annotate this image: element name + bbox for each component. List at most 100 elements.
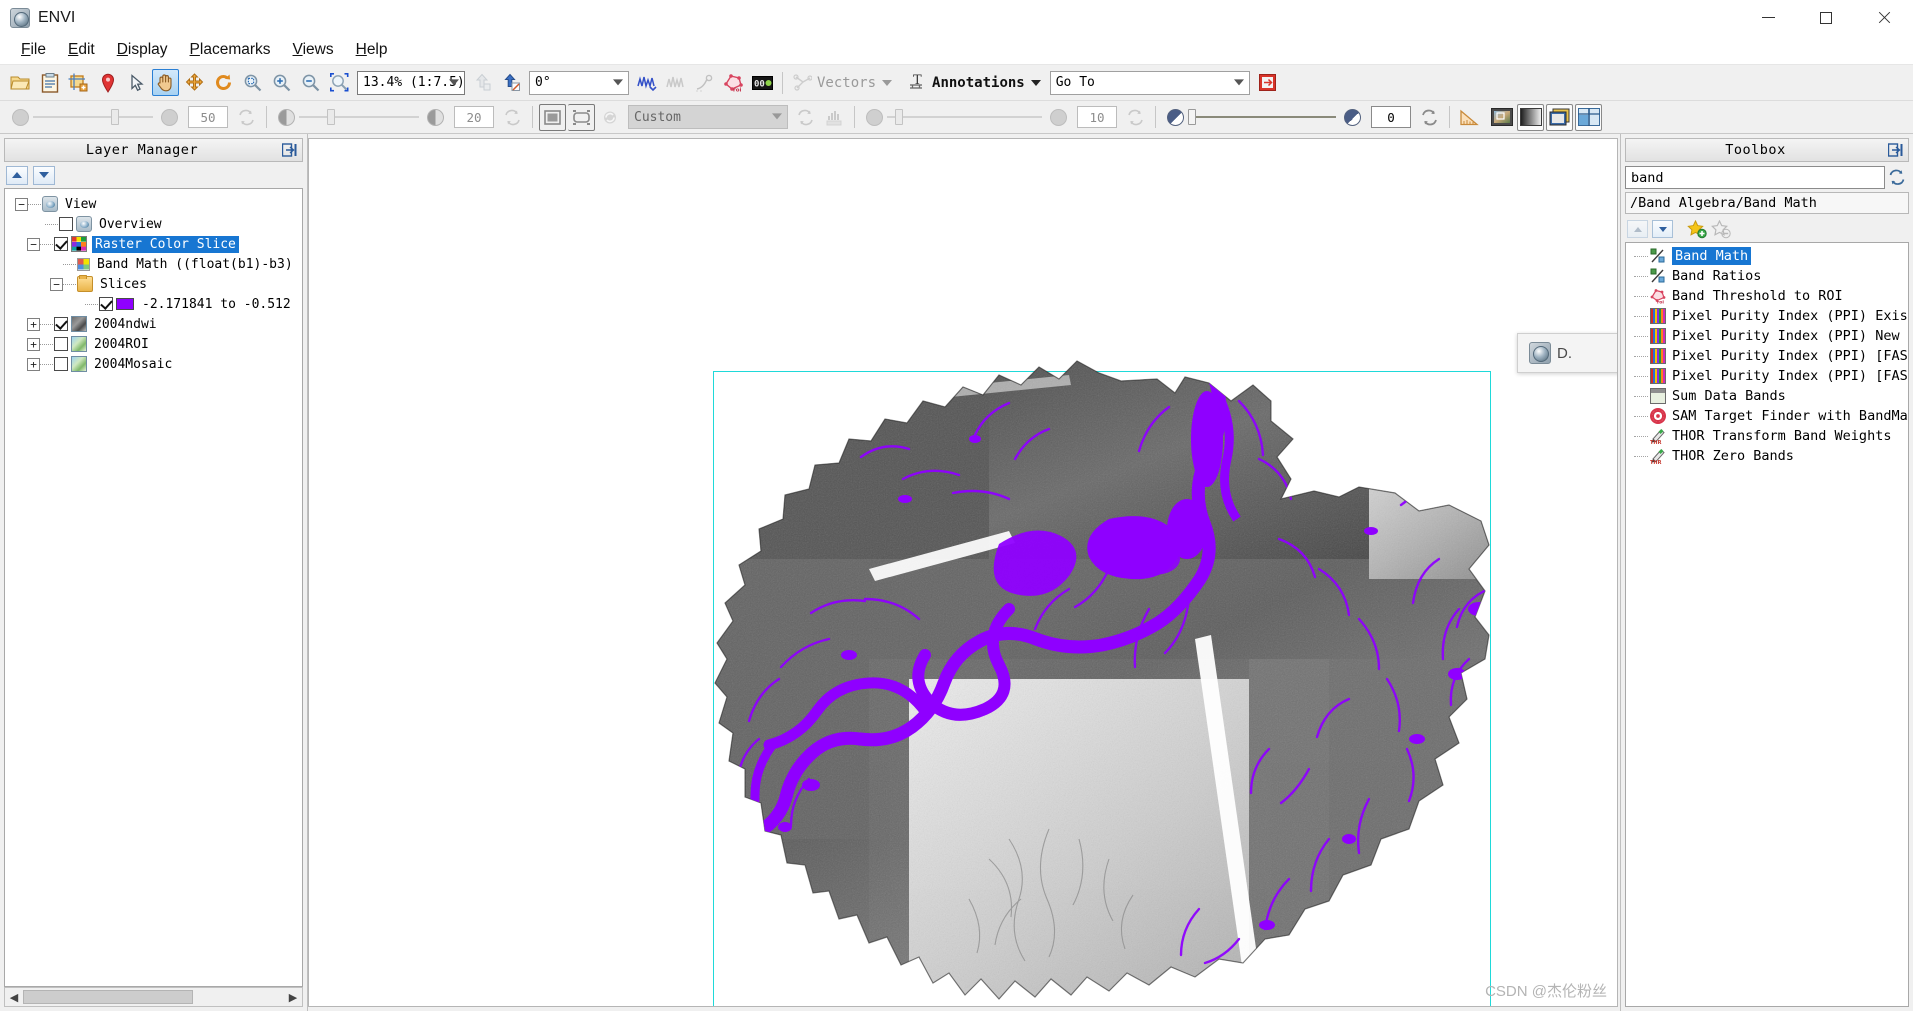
zoom-to-fit-icon[interactable] (239, 69, 266, 96)
placemark-icon[interactable] (94, 69, 121, 96)
pin-panel-icon[interactable] (279, 141, 299, 159)
stretch-type-combo[interactable]: Custom (628, 105, 788, 129)
histogram-icon[interactable] (821, 104, 848, 131)
zoom-level-combo[interactable]: 13.4% (1:7.5) (357, 70, 465, 95)
map-view[interactable]: D. N (308, 138, 1618, 1007)
sharpen-reset-icon[interactable] (1122, 104, 1149, 131)
pin-panel-icon[interactable] (1885, 141, 1905, 159)
select-cursor-icon[interactable] (123, 69, 150, 96)
layer-row-2004mosaic[interactable]: + 2004Mosaic (5, 354, 302, 374)
toolbox-item-thor-transform-band-weights[interactable]: THR THOR Transform Band Weights (1626, 426, 1908, 446)
toolbox-item-sam-target-finder[interactable]: SAM Target Finder with BandMax (1626, 406, 1908, 426)
transparency-slider[interactable] (1188, 109, 1336, 125)
layer-row-2004roi[interactable]: + 2004ROI (5, 334, 302, 354)
toolbox-tool-list[interactable]: Band Math Band Ratios roi Band Threshold… (1625, 242, 1909, 1007)
contrast-slider[interactable] (299, 109, 419, 125)
contrast-reset-icon[interactable] (499, 104, 526, 131)
toolbox-refresh-icon[interactable] (1885, 166, 1909, 189)
brightness-slider[interactable] (33, 109, 153, 125)
region-of-interest-icon[interactable]: roi (720, 69, 747, 96)
layer-tree-hscrollbar[interactable]: ◀ ▶ (4, 987, 303, 1007)
toolbox-item-sum-data-bands[interactable]: Sum Data Bands (1626, 386, 1908, 406)
stretch-area-icon[interactable] (568, 103, 595, 131)
rotate-view-icon[interactable] (498, 69, 525, 96)
menu-display[interactable]: Display (106, 38, 179, 62)
layer-row-raster-color-slice[interactable]: − Raster Color Slice (5, 234, 302, 254)
layer-row-overview[interactable]: Overview (5, 214, 302, 234)
expander-expand-icon[interactable]: + (27, 337, 40, 351)
menu-edit[interactable]: Edit (57, 38, 106, 62)
hscroll-track[interactable] (193, 990, 284, 1004)
rotation-combo[interactable]: 0° (529, 70, 629, 95)
contrast-slider-handle[interactable] (327, 109, 335, 125)
stretch-preview-icon[interactable] (539, 103, 566, 131)
menu-file[interactable]: File (10, 38, 57, 62)
rotate-icon[interactable] (210, 69, 237, 96)
zoom-in-icon[interactable] (268, 69, 295, 96)
layer-row-band-math[interactable]: Band Math ((float(b1)-b3) (5, 254, 302, 274)
minimize-button[interactable] (1739, 0, 1797, 36)
layer-checkbox-slice-range[interactable] (99, 297, 113, 311)
layer-checkbox-overview[interactable] (59, 217, 73, 231)
layer-row-2004ndwi[interactable]: + 2004ndwi (5, 314, 302, 334)
expander-collapse-icon[interactable]: − (15, 197, 28, 211)
brightness-value[interactable]: 50 (188, 106, 228, 128)
toolbox-item-ppi-existing[interactable]: Pixel Purity Index (PPI) Existi (1626, 306, 1908, 326)
menu-help[interactable]: Help (345, 38, 399, 62)
portal-icon[interactable] (1488, 104, 1515, 131)
pan-hand-icon[interactable] (152, 69, 179, 96)
crosshair-move-icon[interactable] (181, 69, 208, 96)
measure-tool-icon[interactable] (1456, 104, 1483, 131)
expander-expand-icon[interactable]: + (27, 357, 40, 371)
transparency-slider-handle[interactable] (1188, 109, 1196, 125)
north-up-icon[interactable] (469, 69, 496, 96)
scroll-right-icon[interactable]: ▶ (284, 988, 302, 1006)
zoom-to-selection-icon[interactable] (326, 69, 353, 96)
expander-expand-icon[interactable]: + (27, 317, 40, 331)
toolbox-item-band-math[interactable]: Band Math (1626, 246, 1908, 266)
annotations-menu[interactable]: Annotations (932, 75, 1041, 91)
transparency-value[interactable]: 0 (1371, 106, 1411, 128)
layer-checkbox-raster-color-slice[interactable] (54, 237, 68, 251)
expander-collapse-icon[interactable]: − (27, 237, 40, 251)
multi-spectral-icon[interactable] (662, 69, 689, 96)
spectral-library-icon[interactable] (691, 69, 718, 96)
toolbox-add-favorite-button[interactable] (1685, 218, 1709, 240)
layer-tree[interactable]: − View Overview − Raster Color Slice Ban… (4, 188, 303, 987)
vectors-menu[interactable]: Vectors (817, 75, 893, 91)
layer-move-down-button[interactable] (33, 165, 55, 185)
toolbox-search-input[interactable]: band (1625, 166, 1885, 189)
menu-placemarks[interactable]: Placemarks (179, 38, 282, 62)
layer-checkbox-2004ndwi[interactable] (54, 317, 68, 331)
swipe-icon[interactable] (1575, 103, 1602, 131)
spectral-profile-icon[interactable] (633, 69, 660, 96)
layer-move-up-button[interactable] (6, 165, 28, 185)
sharpen-slider[interactable] (887, 109, 1042, 125)
sharpen-slider-handle[interactable] (895, 109, 903, 125)
layer-row-slices[interactable]: − Slices (5, 274, 302, 294)
close-button[interactable] (1855, 0, 1913, 36)
layer-row-slice-range[interactable]: -2.171841 to -0.512 (5, 294, 302, 314)
stretch-refresh-icon[interactable] (597, 104, 624, 131)
contrast-value[interactable]: 20 (454, 106, 494, 128)
expander-collapse-icon[interactable]: − (50, 277, 63, 291)
sharpen-value[interactable]: 10 (1077, 106, 1117, 128)
layer-checkbox-2004mosaic[interactable] (54, 357, 68, 371)
open-recent-icon[interactable] (36, 69, 63, 96)
goto-field[interactable]: Go To (1049, 70, 1250, 95)
vectors-icon[interactable] (789, 69, 816, 96)
goto-apply-icon[interactable] (1254, 69, 1281, 96)
toolbox-item-ppi-new-output[interactable]: Pixel Purity Index (PPI) New Ou (1626, 326, 1908, 346)
open-file-icon[interactable] (7, 69, 34, 96)
menu-views[interactable]: Views (282, 38, 345, 62)
toolbox-move-down-button[interactable] (1652, 220, 1673, 238)
toolbox-item-band-ratios[interactable]: Band Ratios (1626, 266, 1908, 286)
toolbox-item-ppi-fast-1[interactable]: Pixel Purity Index (PPI) [FAST] (1626, 346, 1908, 366)
blend-icon[interactable] (1517, 103, 1544, 131)
transparency-reset-icon[interactable] (1416, 104, 1443, 131)
brightness-reset-icon[interactable] (233, 104, 260, 131)
data-manager-icon[interactable] (65, 69, 92, 96)
toolbox-item-ppi-fast-2[interactable]: Pixel Purity Index (PPI) [FAST] (1626, 366, 1908, 386)
toolbox-item-thor-zero-bands[interactable]: THR THOR Zero Bands (1626, 446, 1908, 466)
layer-checkbox-2004roi[interactable] (54, 337, 68, 351)
